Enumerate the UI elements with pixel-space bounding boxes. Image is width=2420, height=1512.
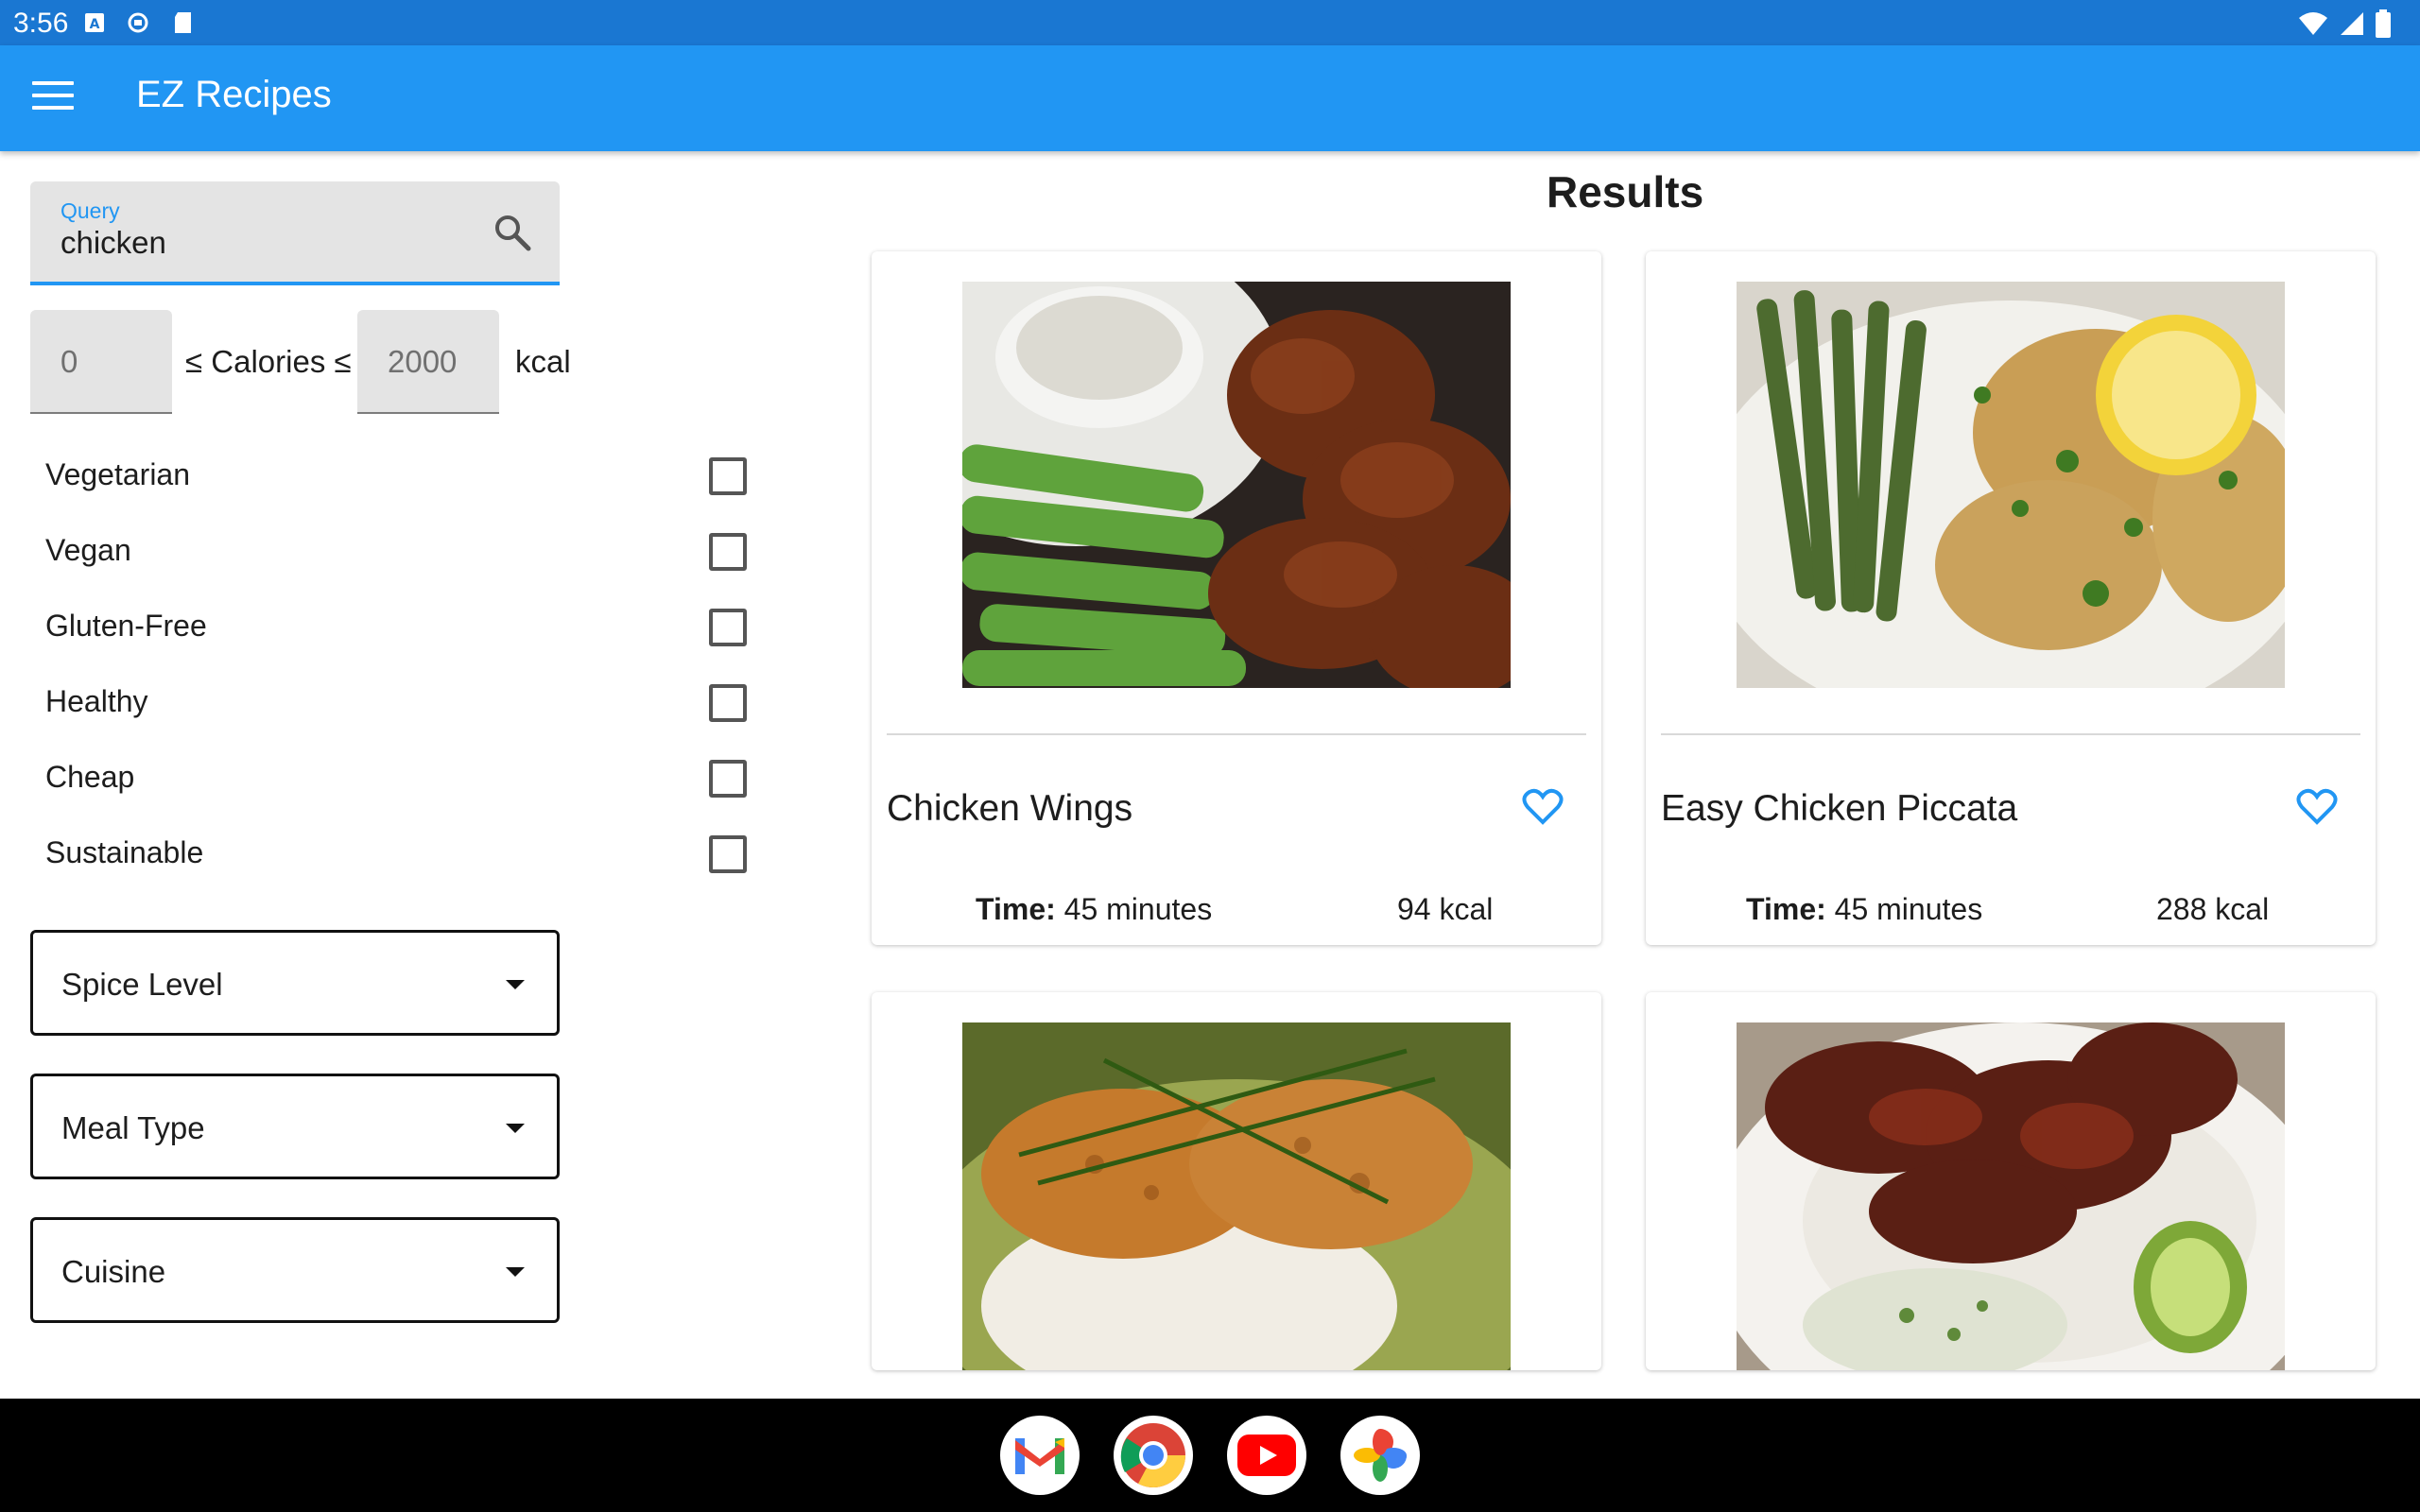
search-icon[interactable] [492,212,533,253]
meal-type-label: Meal Type [61,1110,205,1145]
cell-signal-icon [2341,12,2363,35]
battery-icon [2376,9,2391,38]
cuisine-label: Cuisine [61,1254,166,1289]
calories-unit: kcal [515,344,571,379]
wifi-icon [2299,12,2327,35]
checkbox-cheap[interactable] [709,760,747,798]
filter-label-vegan: Vegan [45,533,131,567]
spice-level-dropdown[interactable]: Spice Level [30,930,560,1036]
calories-max-input[interactable]: 2000 [357,310,499,414]
filter-label-sustainable: Sustainable [45,835,204,869]
chevron-down-icon [506,980,525,989]
sd-card-icon [175,12,191,33]
calories-label: ≤ Calories ≤ [185,344,352,379]
search-field[interactable]: Query chicken [30,181,560,285]
chevron-down-icon [506,1124,525,1133]
favorite-heart-icon[interactable] [2296,788,2338,826]
time-label: Time: [976,892,1056,926]
calories-min-value: 0 [60,344,78,379]
results-title: Results [1547,167,1704,216]
calories-max-value: 2000 [388,344,458,379]
checkbox-healthy[interactable] [709,684,747,722]
status-time: 3:56 [13,8,69,39]
meal-type-dropdown[interactable]: Meal Type [30,1074,560,1179]
recipe-card[interactable] [872,992,1601,1370]
checkbox-vegetarian[interactable] [709,457,747,495]
navigation-bar [0,1399,2420,1512]
time-value: 45 minutes [1063,892,1213,926]
recipe-image-crispy-chicken [962,1022,1511,1370]
chrome-icon[interactable] [1114,1416,1193,1495]
search-input[interactable]: chicken [60,225,166,261]
time-label: Time: [1746,892,1826,926]
recipe-image-chicken-wings [962,282,1511,688]
recipe-image-easy-chicken-piccata [1737,282,2285,688]
recipe-kcal: 94 kcal [1397,892,1494,926]
favorite-heart-icon[interactable] [1522,788,1564,826]
status-bar: 3:56 A [0,0,2420,45]
photos-icon[interactable] [1340,1416,1420,1495]
svg-text:A: A [90,17,100,32]
chevron-down-icon [506,1267,525,1277]
recipe-card[interactable]: Easy Chicken Piccata Time: 45 minutes 28… [1646,251,2376,945]
recipe-time: Time: 45 minutes [1746,892,1982,927]
app-title: EZ Recipes [136,74,332,115]
card-divider [1661,733,2360,735]
checkbox-gluten-free[interactable] [709,609,747,646]
cuisine-dropdown[interactable]: Cuisine [30,1217,560,1323]
assistant-notification-icon [128,12,148,33]
youtube-icon[interactable] [1227,1416,1306,1495]
filter-label-vegetarian: Vegetarian [45,457,191,491]
recipe-image-grilled-chicken [1737,1022,2285,1370]
gmail-icon[interactable] [1000,1416,1080,1495]
filter-label-healthy: Healthy [45,684,148,718]
recipe-card[interactable] [1646,992,2376,1370]
time-value: 45 minutes [1834,892,1983,926]
recipe-name: Chicken Wings [887,788,1133,829]
app-bar: EZ Recipes [0,45,2420,151]
calories-min-input[interactable]: 0 [30,310,172,414]
spice-level-label: Spice Level [61,967,223,1002]
recipe-time: Time: 45 minutes [976,892,1212,927]
a-notification-icon: A [85,13,104,32]
checkbox-sustainable[interactable] [709,835,747,873]
recipe-kcal: 288 kcal [2156,892,2270,926]
menu-icon[interactable] [32,81,74,115]
recipe-card[interactable]: Chicken Wings Time: 45 minutes 94 kcal [872,251,1601,945]
checkbox-vegan[interactable] [709,533,747,571]
card-divider [887,733,1586,735]
search-label: Query [60,198,120,223]
filter-label-cheap: Cheap [45,760,135,794]
filter-label-gluten-free: Gluten-Free [45,609,207,643]
recipe-name: Easy Chicken Piccata [1661,788,2018,829]
